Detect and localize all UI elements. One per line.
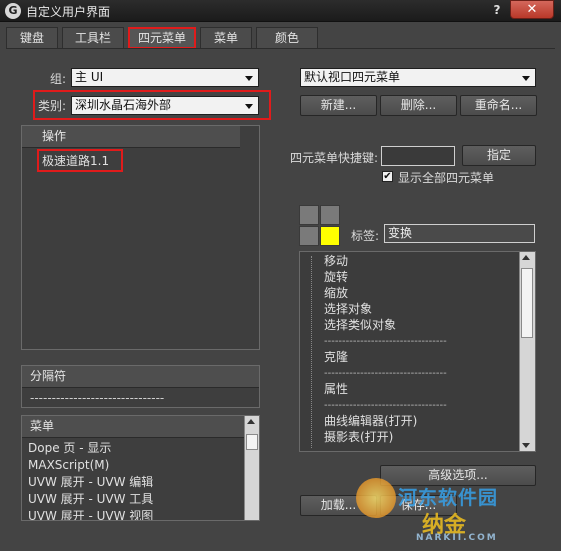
list-item[interactable]: UVW 展开 - UVW 工具 (28, 491, 153, 508)
tag-field[interactable]: 变换 (384, 224, 535, 243)
help-button[interactable]: ? (486, 1, 508, 19)
tree-item[interactable]: 曲线编辑器(打开) (324, 413, 417, 430)
menus-list[interactable]: 菜单 Dope 页 - 显示 MAXScript(M) UVW 展开 - UVW… (21, 415, 260, 521)
watermark-logo-icon (356, 478, 396, 518)
category-value: 深圳水晶石海外部 (75, 98, 172, 112)
tree-item[interactable]: 克隆 (324, 349, 348, 366)
tab-quads[interactable]: 四元菜单 (128, 27, 196, 49)
watermark-bottom-text: NARKII.COM (416, 533, 498, 543)
title-bar: G 自定义用户界面 ? ✕ (0, 0, 561, 22)
chevron-down-icon (522, 76, 530, 81)
list-item[interactable]: UVW 展开 - UVW 视图 (28, 508, 153, 520)
tab-colors[interactable]: 颜色 (256, 27, 318, 49)
assign-button[interactable]: 指定 (462, 145, 536, 166)
tree-item[interactable]: 缩放 (324, 285, 348, 302)
shortcut-field[interactable] (381, 146, 455, 166)
tab-menus[interactable]: 菜单 (200, 27, 252, 49)
quad-top-right[interactable] (320, 205, 340, 225)
tree-separator[interactable]: ---------------------------------- (324, 365, 447, 382)
tree-item[interactable]: 选择对象 (324, 301, 372, 318)
quad-menu-tree[interactable]: 移动 旋转 缩放 选择对象 选择类似对象 -------------------… (299, 251, 536, 452)
list-item[interactable]: UVW 展开 - UVW 编辑 (28, 474, 153, 491)
tab-keyboard[interactable]: 键盘 (6, 27, 58, 49)
category-dropdown[interactable]: 深圳水晶石海外部 (71, 96, 259, 115)
scroll-up-icon[interactable] (522, 255, 530, 260)
group-label: 组: (50, 72, 67, 86)
close-button[interactable]: ✕ (510, 0, 554, 19)
tree-item[interactable]: 移动 (324, 253, 348, 270)
quad-bottom-left[interactable] (299, 226, 319, 246)
scroll-up-icon[interactable] (247, 419, 255, 424)
scroll-down-icon[interactable] (522, 443, 530, 448)
scroll-thumb[interactable] (246, 434, 258, 450)
tab-divider (6, 48, 555, 49)
tree-line (311, 256, 312, 448)
shortcut-label: 四元菜单快捷键: (290, 151, 379, 165)
tab-toolbars[interactable]: 工具栏 (62, 27, 124, 49)
scroll-thumb[interactable] (521, 268, 533, 338)
list-item[interactable]: MAXScript(M) (28, 457, 109, 474)
tree-item[interactable]: 选择类似对象 (324, 317, 396, 334)
quad-menu-dropdown[interactable]: 默认视口四元菜单 (300, 68, 536, 87)
tree-item[interactable]: 属性 (324, 381, 348, 398)
group-value: 主 UI (75, 70, 104, 84)
delete-button[interactable]: 删除... (380, 95, 457, 116)
tree-item[interactable]: 旋转 (324, 269, 348, 286)
actions-header[interactable]: 操作 (22, 126, 240, 148)
menus-header[interactable]: 菜单 (22, 416, 244, 438)
separator-list[interactable]: 分隔符 ------------------------------- (21, 365, 260, 408)
quad-menu-value: 默认视口四元菜单 (304, 70, 401, 84)
separator-item[interactable]: ------------------------------- (30, 390, 164, 407)
show-all-checkbox[interactable]: ✔ (382, 171, 393, 182)
tab-bar: 键盘 工具栏 四元菜单 菜单 颜色 (6, 27, 556, 49)
watermark-top-text: 河东软件园 (398, 487, 499, 509)
tree-item[interactable]: 摄影表(打开) (324, 429, 393, 446)
menus-scrollbar[interactable] (244, 416, 259, 520)
app-icon[interactable]: G (5, 3, 21, 19)
category-label: 类别: (38, 99, 67, 113)
list-item[interactable]: Dope 页 - 显示 (28, 440, 111, 457)
window-title: 自定义用户界面 (26, 5, 111, 19)
chevron-down-icon (245, 76, 253, 81)
tree-separator[interactable]: ---------------------------------- (324, 333, 447, 350)
chevron-down-icon (245, 104, 253, 109)
separator-header[interactable]: 分隔符 (22, 366, 259, 388)
tree-separator[interactable]: ---------------------------------- (324, 397, 447, 414)
quad-top-left[interactable] (299, 205, 319, 225)
show-all-label: 显示全部四元菜单 (398, 171, 495, 185)
group-dropdown[interactable]: 主 UI (71, 68, 259, 87)
action-item-highlight (37, 149, 123, 172)
tree-scrollbar[interactable] (519, 252, 535, 451)
quad-bottom-right[interactable] (320, 226, 340, 246)
rename-button[interactable]: 重命名... (460, 95, 537, 116)
new-button[interactable]: 新建... (300, 95, 377, 116)
tag-label: 标签: (351, 229, 380, 243)
